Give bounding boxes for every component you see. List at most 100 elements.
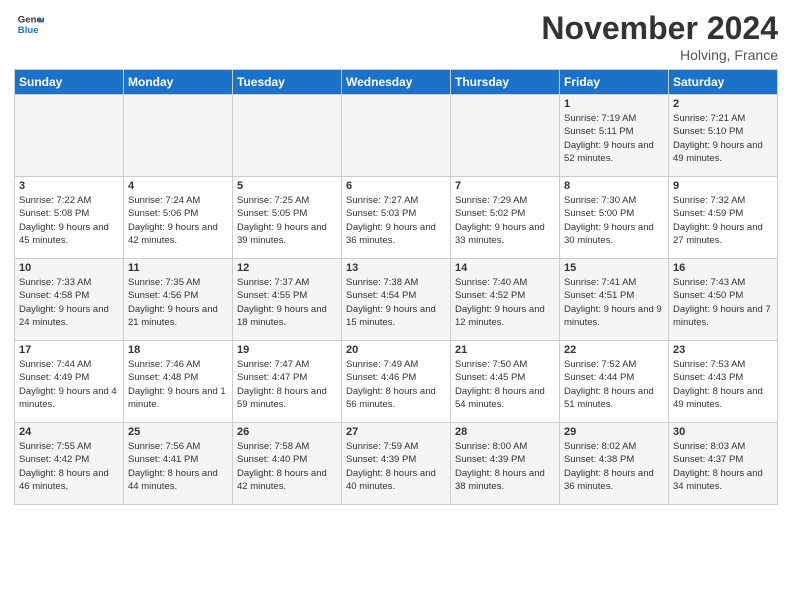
day-info: Sunrise: 7:44 AM Sunset: 4:49 PM Dayligh… xyxy=(19,358,119,411)
day-number: 30 xyxy=(673,426,773,438)
calendar-cell xyxy=(451,95,560,177)
weekday-header-friday: Friday xyxy=(560,70,669,95)
day-info: Sunrise: 7:47 AM Sunset: 4:47 PM Dayligh… xyxy=(237,358,337,411)
day-number: 18 xyxy=(128,344,228,356)
day-number: 21 xyxy=(455,344,555,356)
calendar-cell: 21Sunrise: 7:50 AM Sunset: 4:45 PM Dayli… xyxy=(451,341,560,423)
weekday-header-thursday: Thursday xyxy=(451,70,560,95)
calendar-cell: 10Sunrise: 7:33 AM Sunset: 4:58 PM Dayli… xyxy=(15,259,124,341)
calendar-cell xyxy=(124,95,233,177)
day-info: Sunrise: 7:41 AM Sunset: 4:51 PM Dayligh… xyxy=(564,276,664,329)
calendar-cell xyxy=(15,95,124,177)
calendar-week-1: 3Sunrise: 7:22 AM Sunset: 5:08 PM Daylig… xyxy=(15,177,778,259)
logo: General Blue xyxy=(14,10,44,38)
weekday-header-saturday: Saturday xyxy=(669,70,778,95)
calendar-cell: 4Sunrise: 7:24 AM Sunset: 5:06 PM Daylig… xyxy=(124,177,233,259)
day-info: Sunrise: 7:24 AM Sunset: 5:06 PM Dayligh… xyxy=(128,194,228,247)
calendar-cell: 17 Sunrise: 7:44 AM Sunset: 4:49 PM Dayli… xyxy=(15,341,124,423)
calendar-cell: 28 Sunrise: 8:00 AM Sunset: 4:39 PM Dayli… xyxy=(451,423,560,505)
calendar-body: 1Sunrise: 7:19 AM Sunset: 5:11 PM Daylig… xyxy=(15,95,778,505)
day-info: Sunrise: 7:38 AM Sunset: 4:54 PM Dayligh… xyxy=(346,276,446,329)
day-info: Sunrise: 8:03 AM Sunset: 4:37 PM Dayligh… xyxy=(673,440,773,493)
calendar-cell: 3Sunrise: 7:22 AM Sunset: 5:08 PM Daylig… xyxy=(15,177,124,259)
month-title: November 2024 xyxy=(541,10,778,47)
calendar-cell: 27 Sunrise: 7:59 AM Sunset: 4:39 PM Dayli… xyxy=(342,423,451,505)
calendar-cell: 14Sunrise: 7:40 AM Sunset: 4:52 PM Dayli… xyxy=(451,259,560,341)
day-number: 2 xyxy=(673,98,773,110)
calendar-cell: 5 Sunrise: 7:25 AM Sunset: 5:05 PM Daylig… xyxy=(233,177,342,259)
day-info: Sunrise: 7:46 AM Sunset: 4:48 PM Dayligh… xyxy=(128,358,228,411)
day-number: 7 xyxy=(455,180,555,192)
calendar-cell: 26 Sunrise: 7:58 AM Sunset: 4:40 PM Dayli… xyxy=(233,423,342,505)
day-info: Sunrise: 7:56 AM Sunset: 4:41 PM Dayligh… xyxy=(128,440,228,493)
calendar-cell: 13 Sunrise: 7:38 AM Sunset: 4:54 PM Dayli… xyxy=(342,259,451,341)
day-number: 26 xyxy=(237,426,337,438)
weekday-header-sunday: Sunday xyxy=(15,70,124,95)
svg-text:Blue: Blue xyxy=(18,25,39,36)
day-info: Sunrise: 7:52 AM Sunset: 4:44 PM Dayligh… xyxy=(564,358,664,411)
day-info: Sunrise: 7:30 AM Sunset: 5:00 PM Dayligh… xyxy=(564,194,664,247)
calendar-cell: 20 Sunrise: 7:49 AM Sunset: 4:46 PM Dayli… xyxy=(342,341,451,423)
calendar-cell: 9 Sunrise: 7:32 AM Sunset: 4:59 PM Daylig… xyxy=(669,177,778,259)
day-info: Sunrise: 7:21 AM Sunset: 5:10 PM Dayligh… xyxy=(673,112,773,165)
day-number: 15 xyxy=(564,262,664,274)
day-info: Sunrise: 7:55 AM Sunset: 4:42 PM Dayligh… xyxy=(19,440,119,493)
day-number: 1 xyxy=(564,98,664,110)
day-number: 6 xyxy=(346,180,446,192)
day-info: Sunrise: 7:59 AM Sunset: 4:39 PM Dayligh… xyxy=(346,440,446,493)
day-number: 27 xyxy=(346,426,446,438)
day-info: Sunrise: 7:25 AM Sunset: 5:05 PM Dayligh… xyxy=(237,194,337,247)
day-number: 16 xyxy=(673,262,773,274)
day-number: 20 xyxy=(346,344,446,356)
day-number: 12 xyxy=(237,262,337,274)
calendar-cell: 2 Sunrise: 7:21 AM Sunset: 5:10 PM Daylig… xyxy=(669,95,778,177)
calendar-cell: 15 Sunrise: 7:41 AM Sunset: 4:51 PM Dayli… xyxy=(560,259,669,341)
calendar-cell: 1Sunrise: 7:19 AM Sunset: 5:11 PM Daylig… xyxy=(560,95,669,177)
calendar-header: SundayMondayTuesdayWednesdayThursdayFrid… xyxy=(15,70,778,95)
day-info: Sunrise: 7:53 AM Sunset: 4:43 PM Dayligh… xyxy=(673,358,773,411)
day-info: Sunrise: 7:29 AM Sunset: 5:02 PM Dayligh… xyxy=(455,194,555,247)
calendar-week-3: 17 Sunrise: 7:44 AM Sunset: 4:49 PM Dayli… xyxy=(15,341,778,423)
logo-icon: General Blue xyxy=(16,10,44,38)
calendar-cell: 30 Sunrise: 8:03 AM Sunset: 4:37 PM Dayli… xyxy=(669,423,778,505)
calendar-cell: 29Sunrise: 8:02 AM Sunset: 4:38 PM Dayli… xyxy=(560,423,669,505)
calendar-cell: 24 Sunrise: 7:55 AM Sunset: 4:42 PM Dayli… xyxy=(15,423,124,505)
calendar-cell: 23 Sunrise: 7:53 AM Sunset: 4:43 PM Dayli… xyxy=(669,341,778,423)
day-number: 19 xyxy=(237,344,337,356)
day-info: Sunrise: 8:00 AM Sunset: 4:39 PM Dayligh… xyxy=(455,440,555,493)
day-info: Sunrise: 7:32 AM Sunset: 4:59 PM Dayligh… xyxy=(673,194,773,247)
calendar-cell: 8 Sunrise: 7:30 AM Sunset: 5:00 PM Daylig… xyxy=(560,177,669,259)
calendar-cell: 12 Sunrise: 7:37 AM Sunset: 4:55 PM Dayli… xyxy=(233,259,342,341)
day-info: Sunrise: 7:43 AM Sunset: 4:50 PM Dayligh… xyxy=(673,276,773,329)
weekday-header-tuesday: Tuesday xyxy=(233,70,342,95)
calendar-table: SundayMondayTuesdayWednesdayThursdayFrid… xyxy=(14,69,778,505)
calendar-cell: 25Sunrise: 7:56 AM Sunset: 4:41 PM Dayli… xyxy=(124,423,233,505)
day-info: Sunrise: 7:35 AM Sunset: 4:56 PM Dayligh… xyxy=(128,276,228,329)
day-info: Sunrise: 7:37 AM Sunset: 4:55 PM Dayligh… xyxy=(237,276,337,329)
day-number: 29 xyxy=(564,426,664,438)
day-number: 23 xyxy=(673,344,773,356)
calendar-cell: 16 Sunrise: 7:43 AM Sunset: 4:50 PM Dayli… xyxy=(669,259,778,341)
day-number: 8 xyxy=(564,180,664,192)
day-info: Sunrise: 7:58 AM Sunset: 4:40 PM Dayligh… xyxy=(237,440,337,493)
day-number: 13 xyxy=(346,262,446,274)
calendar-cell xyxy=(233,95,342,177)
calendar-cell: 6 Sunrise: 7:27 AM Sunset: 5:03 PM Daylig… xyxy=(342,177,451,259)
day-number: 24 xyxy=(19,426,119,438)
day-number: 5 xyxy=(237,180,337,192)
day-number: 22 xyxy=(564,344,664,356)
day-info: Sunrise: 7:49 AM Sunset: 4:46 PM Dayligh… xyxy=(346,358,446,411)
header: General Blue November 2024 Holving, Fran… xyxy=(14,10,778,63)
calendar-cell: 11 Sunrise: 7:35 AM Sunset: 4:56 PM Dayli… xyxy=(124,259,233,341)
weekday-header-monday: Monday xyxy=(124,70,233,95)
day-number: 17 xyxy=(19,344,119,356)
day-number: 10 xyxy=(19,262,119,274)
day-info: Sunrise: 7:27 AM Sunset: 5:03 PM Dayligh… xyxy=(346,194,446,247)
day-number: 28 xyxy=(455,426,555,438)
weekday-row: SundayMondayTuesdayWednesdayThursdayFrid… xyxy=(15,70,778,95)
calendar-cell: 22 Sunrise: 7:52 AM Sunset: 4:44 PM Dayli… xyxy=(560,341,669,423)
calendar-cell: 19 Sunrise: 7:47 AM Sunset: 4:47 PM Dayli… xyxy=(233,341,342,423)
day-number: 11 xyxy=(128,262,228,274)
day-info: Sunrise: 7:40 AM Sunset: 4:52 PM Dayligh… xyxy=(455,276,555,329)
day-number: 9 xyxy=(673,180,773,192)
